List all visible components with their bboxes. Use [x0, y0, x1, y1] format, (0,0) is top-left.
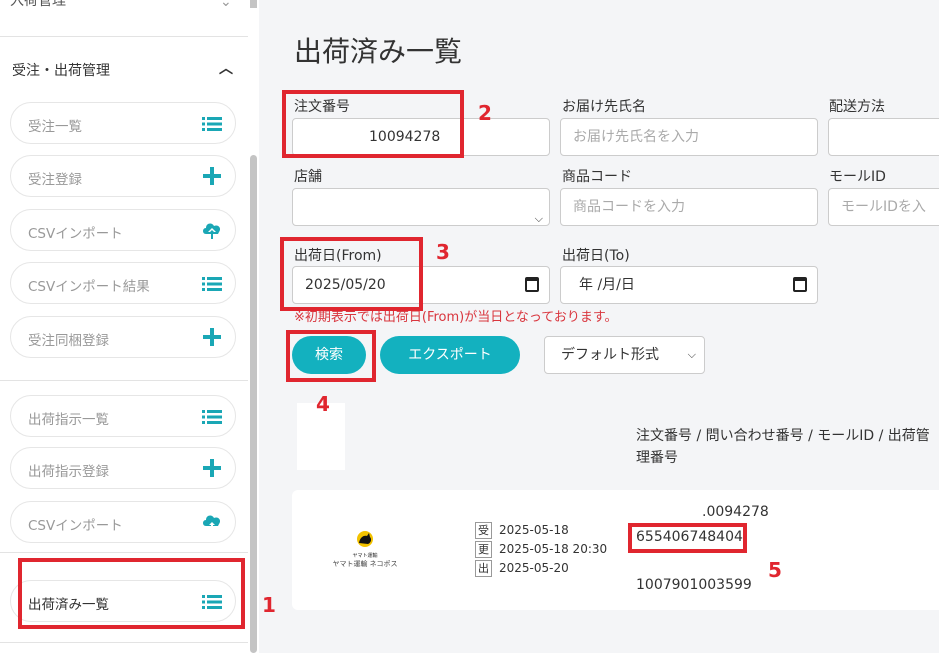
sidebar-item-label: 出荷指示登録: [28, 464, 109, 480]
annotation-number-1: 1: [262, 593, 276, 617]
sidebar-item-csv-import-2[interactable]: CSVインポート: [10, 501, 236, 543]
sidebar-item-bundle-register[interactable]: 受注同梱登録: [10, 316, 236, 358]
updated-date: 更 2025-05-18 20:30: [475, 541, 607, 558]
annotation-box-3: [280, 237, 423, 311]
export-format-select[interactable]: デフォルト形式 ⌵: [544, 336, 705, 374]
chevron-down-icon: ⌵: [534, 212, 543, 225]
scrollbar-arrow[interactable]: [250, 0, 257, 8]
recipient-label: お届け先氏名: [562, 99, 646, 115]
ship-date-to-label: 出荷日(To): [562, 248, 630, 264]
sidebar-item-label: CSVインポート結果: [28, 279, 150, 295]
plus-icon: [201, 458, 223, 480]
order-number-value[interactable]: .0094278: [702, 504, 769, 520]
shipping-method-select[interactable]: [828, 118, 939, 156]
carrier-logo-line1: ヤマト運輸: [352, 553, 378, 559]
product-code-input[interactable]: 商品コードを入力: [560, 188, 818, 226]
cloud-upload-icon: [201, 220, 223, 242]
sidebar-item-shipping-instruction-list[interactable]: 出荷指示一覧: [10, 395, 236, 437]
sidebar-item-csv-import-result[interactable]: CSVインポート結果: [10, 262, 236, 304]
export-button[interactable]: エクスポート: [380, 336, 520, 374]
sidebar: 入荷管理 ⌄ 受注・出荷管理 ︿ 受注一覧 受注登録 CSVインポート CSVイ…: [0, 0, 259, 653]
divider: [0, 552, 248, 553]
annotation-box-4: [286, 330, 376, 382]
annotation-box-2: [282, 90, 464, 158]
list-icon: [201, 273, 223, 295]
updated-value: 2025-05-18 20:30: [499, 542, 608, 556]
sidebar-partial-section[interactable]: 入荷管理: [10, 0, 66, 10]
sidebar-item-label: 受注同梱登録: [28, 333, 109, 349]
recipient-input[interactable]: お届け先氏名を入力: [560, 118, 818, 156]
sidebar-item-label: CSVインポート: [28, 518, 123, 534]
list-icon: [201, 406, 223, 428]
chevron-down-icon: ⌵: [687, 348, 696, 361]
plus-icon: [201, 327, 223, 349]
management-number-value: 1007901003599: [636, 577, 752, 593]
mall-id-label: モールID: [829, 169, 886, 185]
received-date: 受 2025-05-18: [475, 522, 569, 539]
annotation-number-3: 3: [436, 240, 450, 264]
sidebar-item-label: 出荷指示一覧: [28, 412, 109, 428]
received-value: 2025-05-18: [499, 523, 569, 537]
chevron-up-icon[interactable]: ︿: [219, 58, 233, 78]
calendar-icon[interactable]: [793, 277, 807, 292]
annotation-box-1: [18, 558, 245, 629]
received-tag: 受: [475, 522, 492, 539]
shipped-date: 出 2025-05-20: [475, 560, 569, 577]
page-title: 出荷済み一覧: [294, 35, 463, 68]
sidebar-item-order-register[interactable]: 受注登録: [10, 155, 236, 197]
sidebar-item-shipping-instruction-register[interactable]: 出荷指示登録: [10, 447, 236, 489]
column-header: 注文番号 / 問い合わせ番号 / モールID / 出荷管理番号: [636, 428, 930, 466]
sidebar-item-label: 受注一覧: [28, 119, 82, 135]
carrier-logo: ヤマト運輸 ヤマト運輸 ネコポス: [330, 530, 400, 572]
updated-tag: 更: [475, 541, 492, 558]
divider: [0, 642, 248, 643]
cloud-upload-icon: [201, 512, 223, 534]
sidebar-scrollbar[interactable]: [250, 155, 257, 653]
yamato-cat-icon: [357, 531, 373, 547]
divider: [0, 36, 248, 37]
annotation-number-2: 2: [478, 101, 492, 125]
sidebar-item-csv-import[interactable]: CSVインポート: [10, 209, 236, 251]
shipped-tag: 出: [475, 560, 492, 577]
store-label: 店舗: [294, 169, 322, 185]
ship-date-to-input[interactable]: 年 /月/日: [560, 266, 818, 304]
product-code-label: 商品コード: [562, 169, 632, 185]
export-format-value: デフォルト形式: [561, 347, 659, 363]
sidebar-item-label: CSVインポート: [28, 226, 123, 242]
annotation-box-5: [628, 523, 747, 553]
list-icon: [201, 113, 223, 135]
chevron-down-icon[interactable]: ⌄: [220, 0, 232, 10]
sidebar-item-order-list[interactable]: 受注一覧: [10, 102, 236, 144]
annotation-number-5: 5: [768, 558, 782, 582]
divider: [0, 380, 248, 381]
sidebar-section-order-shipping[interactable]: 受注・出荷管理: [12, 60, 110, 80]
shipped-value: 2025-05-20: [499, 561, 569, 575]
store-select[interactable]: ⌵: [292, 188, 550, 226]
mall-id-input[interactable]: モールIDを入: [828, 188, 939, 226]
calendar-icon[interactable]: [525, 277, 539, 292]
plus-icon: [201, 166, 223, 188]
carrier-logo-line2: ヤマト運輸 ネコポス: [332, 560, 398, 568]
sidebar-item-label: 受注登録: [28, 172, 82, 188]
shipping-method-label: 配送方法: [829, 99, 885, 115]
annotation-number-4: 4: [316, 392, 330, 416]
ship-date-to-value: 年 /月/日: [579, 277, 635, 293]
